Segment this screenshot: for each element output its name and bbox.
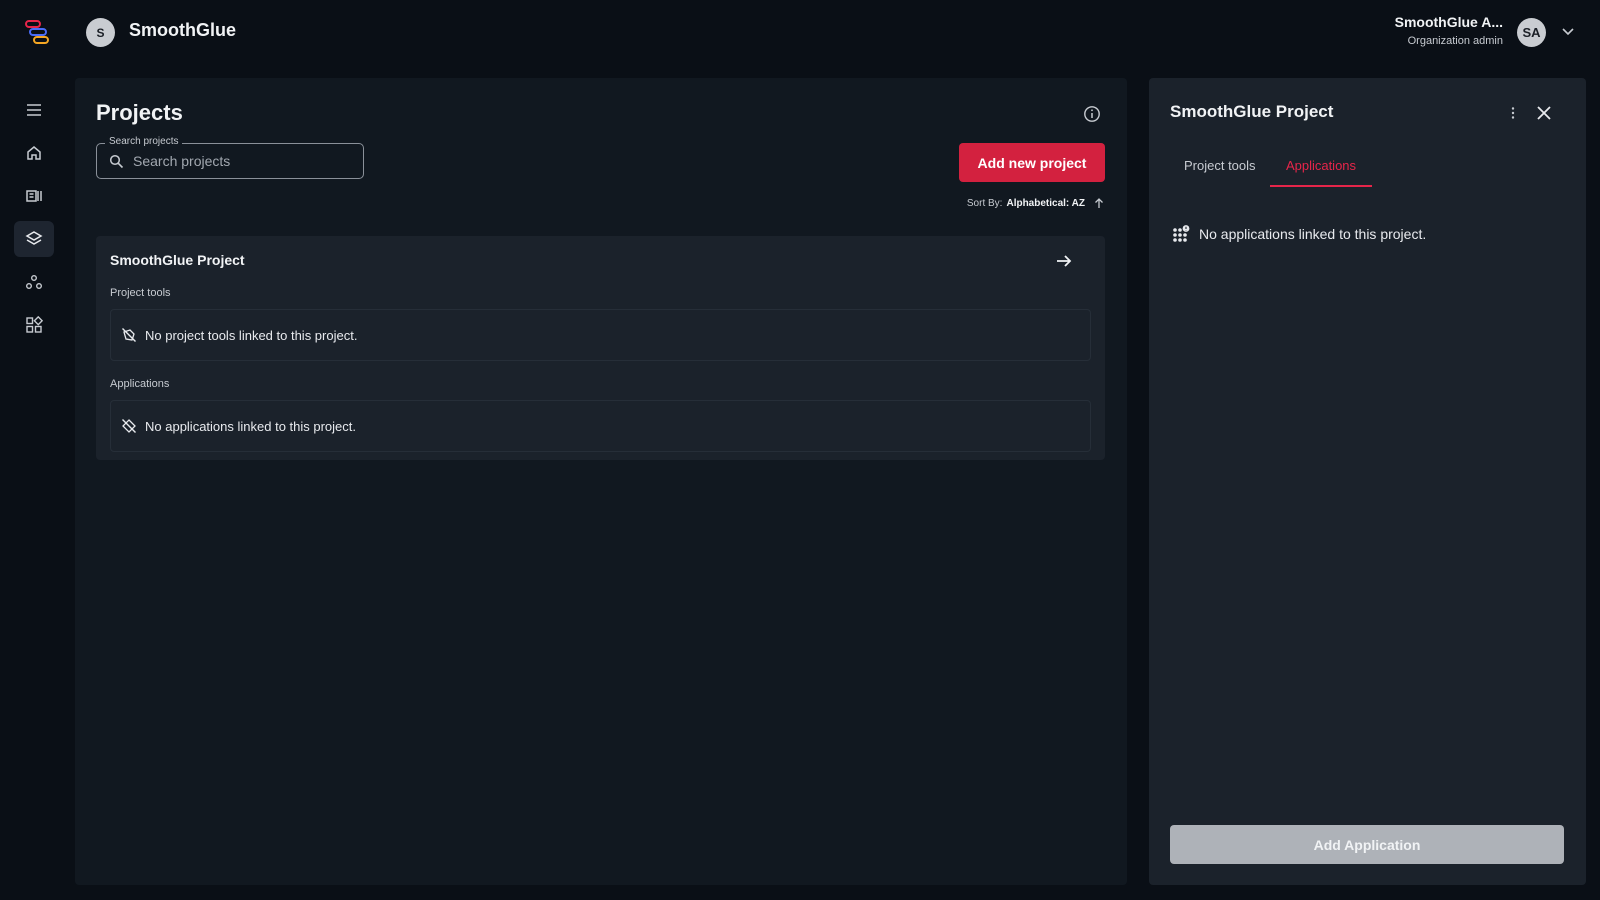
info-icon[interactable] (1083, 105, 1101, 123)
page-title: Projects (96, 100, 183, 125)
applications-empty-text: No applications linked to this project. (145, 418, 357, 434)
close-icon[interactable] (1535, 104, 1553, 122)
top-bar: S SmoothGlue SmoothGlue A... Organizatio… (0, 0, 1600, 64)
groups-icon (26, 275, 42, 289)
project-tools-empty-text: No project tools linked to this project. (145, 327, 358, 343)
home-icon (27, 146, 41, 160)
user-info[interactable]: SmoothGlue A... Organization admin (1395, 14, 1503, 47)
project-card[interactable]: SmoothGlue Project Project tools No proj… (96, 236, 1105, 460)
menu-icon (27, 104, 41, 116)
detail-applications-empty: No applications linked to this project. (1171, 224, 1426, 244)
org-avatar[interactable]: S (86, 18, 115, 47)
project-tools-label: Project tools (110, 287, 171, 299)
user-role: Organization admin (1407, 35, 1503, 47)
sort-label: Sort By: (966, 197, 1003, 209)
project-detail-panel: SmoothGlue Project Project tools Applica… (1149, 78, 1586, 885)
user-name: SmoothGlue A... (1394, 14, 1503, 30)
sidebar-item-apps[interactable] (14, 307, 54, 343)
catalog-icon (26, 190, 42, 202)
tab-project-tools[interactable]: Project tools (1184, 158, 1256, 185)
search-input[interactable] (133, 148, 353, 174)
more-options-icon[interactable] (1505, 105, 1521, 121)
search-legend: Search projects (105, 136, 183, 147)
sidebar (0, 64, 68, 900)
arrow-up-icon[interactable] (1093, 197, 1105, 209)
arrow-right-icon[interactable] (1055, 252, 1073, 270)
search-field: Search projects (96, 136, 364, 179)
smoothglue-logo-icon[interactable] (24, 18, 52, 46)
sidebar-item-home[interactable] (14, 135, 54, 171)
detail-empty-text: No applications linked to this project. (1199, 226, 1427, 242)
apps-grid-icon (26, 316, 43, 333)
sort-value: Alphabetical: AZ (1006, 197, 1085, 209)
tab-applications[interactable]: Applications (1270, 158, 1372, 187)
chevron-down-icon[interactable] (1561, 24, 1575, 38)
layers-icon (25, 231, 43, 245)
projects-panel: Projects Search projects Add new project… (75, 78, 1127, 885)
applications-empty: No applications linked to this project. (110, 400, 1091, 452)
search-icon (109, 154, 124, 169)
add-application-button[interactable]: Add Application (1170, 825, 1564, 864)
add-new-project-button[interactable]: Add new project (959, 143, 1105, 182)
sort-control[interactable]: Sort By: Alphabetical: AZ (967, 197, 1105, 209)
project-tools-empty: No project tools linked to this project. (110, 309, 1091, 361)
applications-label: Applications (110, 378, 170, 390)
project-card-title: SmoothGlue Project (110, 252, 245, 268)
sidebar-item-catalog[interactable] (14, 178, 54, 214)
tools-off-icon (122, 328, 136, 342)
org-name: SmoothGlue (129, 20, 236, 40)
sidebar-menu-button[interactable] (14, 92, 54, 128)
user-avatar[interactable]: SA (1517, 18, 1546, 47)
sidebar-item-groups[interactable] (14, 264, 54, 300)
apps-info-icon (1173, 225, 1190, 242)
detail-title: SmoothGlue Project (1170, 102, 1334, 121)
apps-off-icon (122, 419, 136, 433)
sidebar-item-projects[interactable] (14, 221, 54, 257)
